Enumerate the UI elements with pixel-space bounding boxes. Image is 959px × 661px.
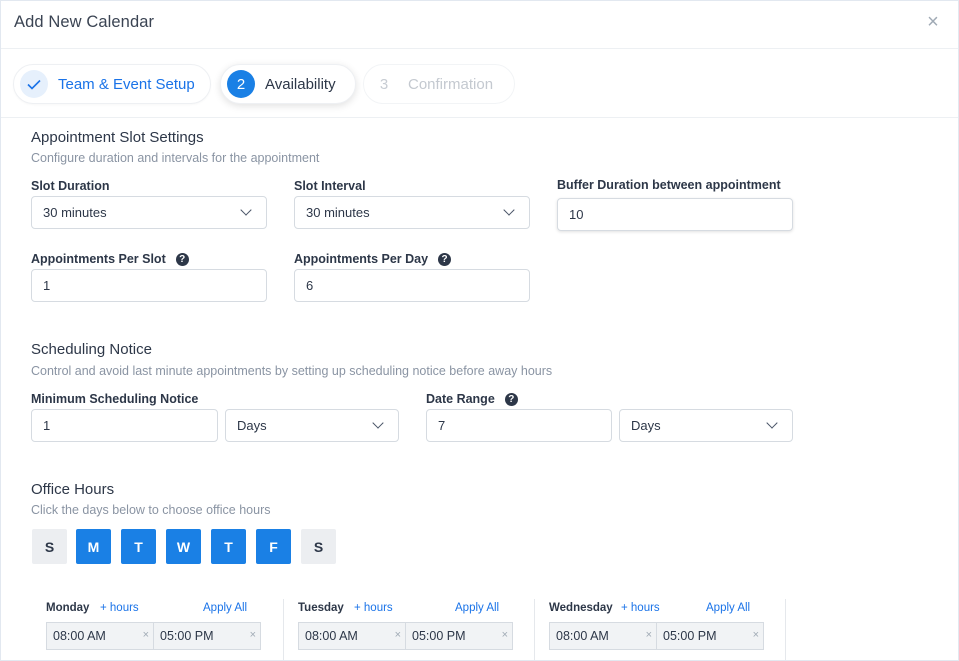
date-range-unit-select[interactable]: Days (619, 409, 793, 442)
appointments-per-day-label: Appointments Per Day ? (294, 252, 452, 266)
end-time-value: 05:00 PM (412, 629, 466, 643)
start-time-value: 08:00 AM (53, 629, 106, 643)
office-hours-wednesday: Wednesday + hours Apply All 08:00 AM × 0… (549, 599, 769, 660)
add-hours-link[interactable]: + hours (621, 602, 660, 614)
clear-icon[interactable]: × (143, 629, 149, 641)
slot-duration-label: Slot Duration (31, 179, 110, 193)
minimum-scheduling-notice-unit-select[interactable]: Days (225, 409, 399, 442)
appointments-per-slot-text: Appointments Per Slot (31, 252, 166, 266)
end-time-value: 05:00 PM (663, 629, 717, 643)
appointments-per-day-value: 6 (306, 278, 314, 293)
minimum-scheduling-notice-label: Minimum Scheduling Notice (31, 392, 199, 406)
day-toggle-saturday[interactable]: S (301, 529, 336, 564)
buffer-duration-label: Buffer Duration between appointment (557, 178, 781, 192)
step-number: 3 (379, 75, 389, 93)
clear-icon[interactable]: × (395, 629, 401, 641)
slot-duration-value: 30 minutes (43, 205, 107, 220)
buffer-duration-input[interactable]: 10 (557, 198, 793, 231)
unit-value: Days (631, 418, 661, 433)
end-time-input[interactable]: 05:00 PM × (405, 622, 513, 650)
end-time-input[interactable]: 05:00 PM × (153, 622, 261, 650)
step-team-event-setup[interactable]: Team & Event Setup (13, 64, 211, 104)
clear-icon[interactable]: × (250, 629, 256, 641)
slot-interval-label: Slot Interval (294, 179, 366, 193)
start-time-value: 08:00 AM (556, 629, 609, 643)
column-divider (283, 599, 284, 660)
day-toggle-monday[interactable]: M (76, 529, 111, 564)
step-number: 2 (227, 70, 255, 98)
help-icon[interactable]: ? (438, 252, 452, 266)
column-divider (534, 599, 535, 660)
day-toggle-friday[interactable]: F (256, 529, 291, 564)
step-label: Confirmation (408, 75, 494, 93)
apply-all-link[interactable]: Apply All (455, 602, 499, 614)
apply-all-link[interactable]: Apply All (203, 602, 247, 614)
add-hours-link[interactable]: + hours (354, 602, 393, 614)
stepper: Team & Event Setup 2 Availability 3 Conf… (1, 50, 958, 118)
start-time-input[interactable]: 08:00 AM × (46, 622, 154, 650)
help-icon[interactable]: ? (504, 392, 518, 406)
slot-interval-select[interactable]: 30 minutes (294, 196, 530, 229)
date-range-input[interactable]: 7 (426, 409, 612, 442)
minimum-scheduling-notice-input[interactable]: 1 (31, 409, 218, 442)
day-toggle-sunday[interactable]: S (32, 529, 67, 564)
day-toggle-thursday[interactable]: T (211, 529, 246, 564)
section-desc: Configure duration and intervals for the… (31, 151, 320, 165)
appointments-per-slot-value: 1 (43, 278, 51, 293)
day-toggle-tuesday[interactable]: T (121, 529, 156, 564)
dialog-title: Add New Calendar (14, 13, 155, 31)
clear-icon[interactable]: × (502, 629, 508, 641)
day-toggle-wednesday[interactable]: W (166, 529, 201, 564)
date-range-text: Date Range (426, 392, 495, 406)
end-time-input[interactable]: 05:00 PM × (656, 622, 764, 650)
clear-icon[interactable]: × (646, 629, 652, 641)
step-label: Team & Event Setup (58, 75, 195, 93)
appointments-per-day-text: Appointments Per Day (294, 252, 429, 266)
section-title-slot-settings: Appointment Slot Settings (31, 129, 204, 146)
apply-all-link[interactable]: Apply All (706, 602, 750, 614)
office-hours-monday: Monday + hours Apply All 08:00 AM × 05:0… (46, 599, 266, 660)
close-icon[interactable]: × (925, 12, 941, 33)
start-time-input[interactable]: 08:00 AM × (549, 622, 657, 650)
section-title-scheduling-notice: Scheduling Notice (31, 341, 152, 358)
check-icon (20, 70, 48, 98)
unit-value: Days (237, 418, 267, 433)
section-desc: Click the days below to choose office ho… (31, 503, 271, 517)
step-label: Availability (265, 75, 336, 93)
column-divider (785, 599, 786, 660)
start-time-input[interactable]: 08:00 AM × (298, 622, 406, 650)
help-icon[interactable]: ? (175, 252, 189, 266)
appointments-per-slot-input[interactable]: 1 (31, 269, 267, 302)
minimum-scheduling-notice-value: 1 (43, 418, 51, 433)
chevron-down-icon (766, 417, 778, 429)
slot-interval-value: 30 minutes (306, 205, 370, 220)
appointments-per-slot-label: Appointments Per Slot ? (31, 252, 189, 266)
add-calendar-dialog: Add New Calendar × Team & Event Setup 2 … (0, 0, 959, 661)
availability-form: Appointment Slot Settings Configure dura… (1, 119, 958, 660)
start-time-value: 08:00 AM (305, 629, 358, 643)
buffer-duration-value: 10 (569, 207, 584, 222)
hours-day-label: Monday (46, 602, 90, 614)
appointments-per-day-input[interactable]: 6 (294, 269, 530, 302)
chevron-down-icon (372, 417, 384, 429)
section-desc: Control and avoid last minute appointmen… (31, 364, 553, 378)
hours-day-label: Wednesday (549, 602, 613, 614)
hours-day-label: Tuesday (298, 602, 344, 614)
date-range-label: Date Range ? (426, 392, 518, 406)
step-confirmation[interactable]: 3 Confirmation (363, 64, 515, 104)
office-hours-tuesday: Tuesday + hours Apply All 08:00 AM × 05:… (298, 599, 518, 660)
slot-duration-select[interactable]: 30 minutes (31, 196, 267, 229)
dialog-header: Add New Calendar × (1, 1, 958, 49)
clear-icon[interactable]: × (753, 629, 759, 641)
date-range-value: 7 (438, 418, 446, 433)
end-time-value: 05:00 PM (160, 629, 214, 643)
section-title-office-hours: Office Hours (31, 481, 115, 498)
chevron-down-icon (503, 204, 515, 216)
step-availability[interactable]: 2 Availability (220, 64, 356, 104)
add-hours-link[interactable]: + hours (100, 602, 139, 614)
chevron-down-icon (240, 204, 252, 216)
